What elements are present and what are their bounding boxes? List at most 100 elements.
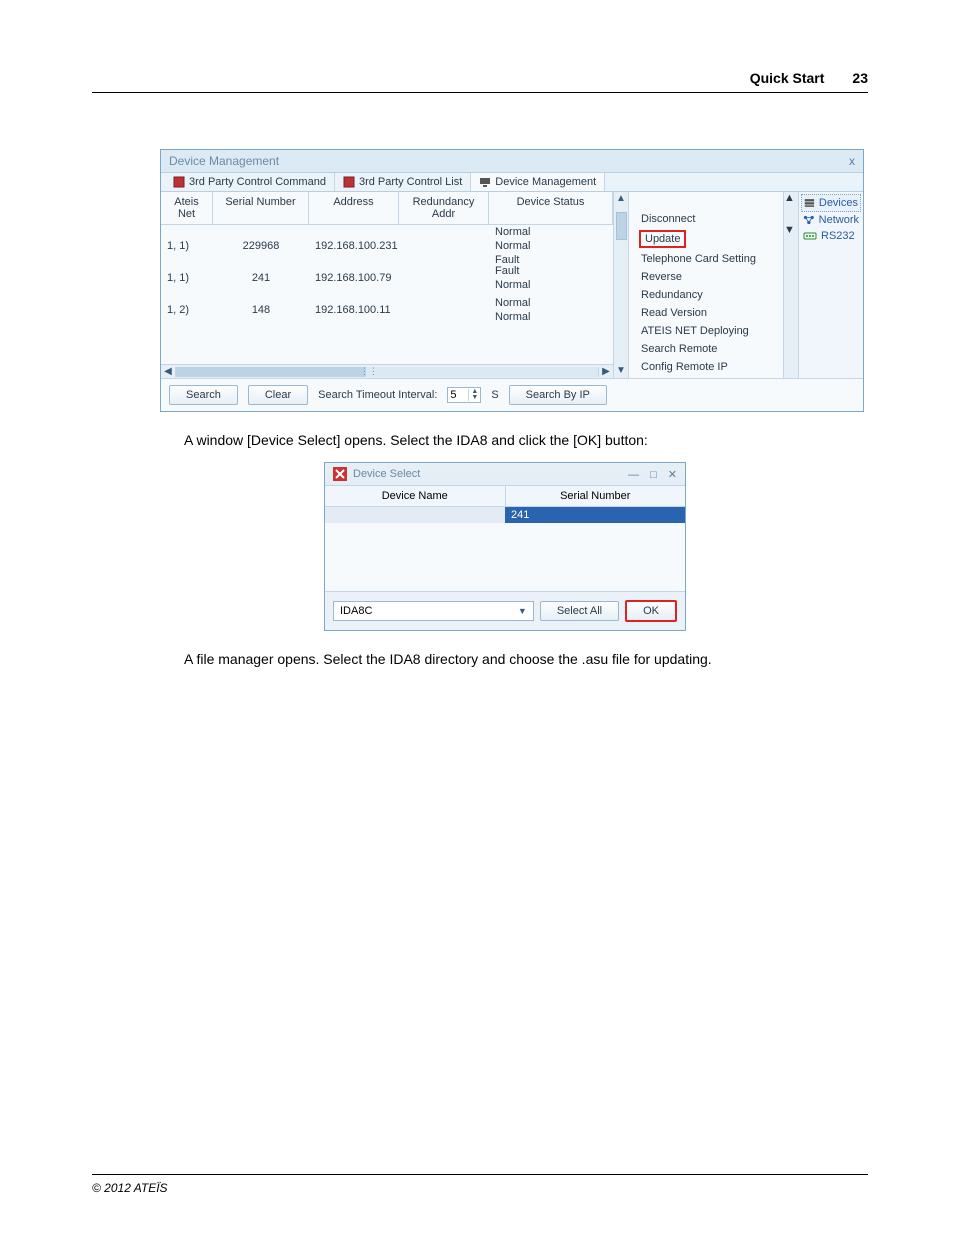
tab-bar: 3rd Party Control Command 3rd Party Cont…: [161, 172, 863, 192]
device-select-dialog: Device Select — □ ✕ Device Name Serial N…: [324, 462, 686, 631]
scroll-left-icon[interactable]: ◀: [161, 366, 175, 377]
cell-address: 192.168.100.231: [309, 238, 399, 254]
timeout-spinner[interactable]: ▲▼: [447, 387, 481, 403]
select-all-button[interactable]: Select All: [540, 601, 619, 621]
actions-vertical-scrollbar[interactable]: ▲ ▼: [783, 192, 798, 378]
col-device-name[interactable]: Device Name: [325, 486, 506, 506]
dialog-controls: — □ ✕: [620, 468, 677, 481]
scroll-down-icon[interactable]: ▼: [614, 364, 628, 378]
scroll-thumb[interactable]: [616, 212, 627, 240]
dialog-grid-header: Device Name Serial Number: [325, 485, 685, 507]
dialog-titlebar: Device Select — □ ✕: [325, 463, 685, 485]
dialog-row[interactable]: 241: [325, 507, 685, 523]
cell-net: 1, 1): [161, 270, 213, 286]
action-telephone-card[interactable]: Telephone Card Setting: [639, 252, 773, 266]
dialog-title: Device Select: [353, 468, 420, 480]
action-search-remote[interactable]: Search Remote: [639, 342, 773, 356]
device-type-combo[interactable]: IDA8C ▼: [333, 601, 534, 621]
table-row[interactable]: 1, 2) 148 192.168.100.11 Normal Normal: [161, 289, 613, 331]
status-text: Normal: [495, 278, 607, 292]
list-icon: [343, 176, 355, 188]
col-redundancy-addr[interactable]: Redundancy Addr: [399, 192, 489, 224]
right-palette: Devices Network RS232: [798, 192, 863, 378]
command-icon: [173, 176, 185, 188]
tab-label: Device Management: [495, 176, 596, 188]
table-row[interactable]: 1, 1) 241 192.168.100.79 Fault Normal: [161, 267, 613, 289]
network-icon: [803, 214, 815, 226]
action-read-version[interactable]: Read Version: [639, 306, 773, 320]
col-ateis-net[interactable]: Ateis Net: [161, 192, 213, 224]
scroll-right-icon[interactable]: ▶: [599, 366, 613, 377]
scroll-track[interactable]: [614, 206, 628, 364]
cell-redundancy: [399, 308, 489, 312]
device-icon: [479, 176, 491, 188]
palette-label: Devices: [819, 197, 858, 209]
timeout-label: Search Timeout Interval:: [318, 389, 437, 401]
rs232-icon: [803, 230, 817, 242]
spinner-arrows[interactable]: ▲▼: [468, 389, 480, 401]
grid-body: 1, 1) 229968 192.168.100.231 Normal Norm…: [161, 225, 613, 364]
scroll-down-icon[interactable]: ▼: [784, 224, 798, 236]
devices-icon: [804, 197, 815, 209]
cell-serial: 229968: [213, 238, 309, 254]
scroll-up-icon[interactable]: ▲: [614, 192, 628, 206]
tab-3rd-party-command[interactable]: 3rd Party Control Command: [165, 173, 335, 191]
action-update[interactable]: Update: [639, 230, 686, 248]
spinner-down-icon[interactable]: ▼: [471, 395, 478, 401]
clear-button[interactable]: Clear: [248, 385, 308, 405]
close-icon[interactable]: ✕: [668, 469, 677, 481]
cell-status: Fault Normal: [489, 262, 613, 294]
scroll-up-icon[interactable]: ▲: [784, 192, 798, 204]
horizontal-scrollbar[interactable]: ◀ ⋮⋮ ▶: [161, 364, 613, 378]
timeout-input[interactable]: [448, 388, 468, 402]
bottom-bar: Search Clear Search Timeout Interval: ▲▼…: [161, 378, 863, 411]
cell-net: 1, 1): [161, 238, 213, 254]
scroll-thumb[interactable]: [176, 367, 366, 377]
page-header: Quick Start 23: [92, 70, 868, 93]
action-config-remote-ip[interactable]: Config Remote IP: [639, 360, 773, 374]
status-text: Normal: [495, 239, 607, 253]
action-ateis-net-deploying[interactable]: ATEIS NET Deploying: [639, 324, 773, 338]
palette-label: Network: [819, 214, 859, 226]
dialog-bottom-bar: IDA8C ▼ Select All OK: [325, 591, 685, 630]
palette-label: RS232: [821, 230, 855, 242]
scroll-grip-icon: ⋮⋮: [366, 367, 372, 377]
palette-devices[interactable]: Devices: [801, 194, 861, 212]
status-text: Normal: [495, 296, 607, 310]
col-serial-number[interactable]: Serial Number: [213, 192, 309, 224]
page-title: Quick Start: [750, 70, 825, 86]
app-icon: [333, 467, 347, 481]
combo-value: IDA8C: [340, 605, 372, 617]
action-disconnect[interactable]: Disconnect: [639, 212, 773, 226]
scroll-track[interactable]: ⋮⋮: [175, 367, 599, 377]
page-footer: © 2012 ATEÏS: [92, 1174, 868, 1195]
scroll-track[interactable]: [784, 204, 798, 224]
palette-rs232[interactable]: RS232: [801, 228, 861, 244]
col-address[interactable]: Address: [309, 192, 399, 224]
table-row[interactable]: 1, 1) 229968 192.168.100.231 Normal Norm…: [161, 225, 613, 267]
grid-header: Ateis Net Serial Number Address Redundan…: [161, 192, 613, 225]
close-icon[interactable]: x: [849, 154, 855, 168]
col-device-status[interactable]: Device Status: [489, 192, 613, 224]
minimize-icon[interactable]: —: [628, 469, 639, 481]
cell-serial-number: 241: [505, 507, 685, 523]
caption-device-select: A window [Device Select] opens. Select t…: [184, 432, 868, 448]
search-by-ip-button[interactable]: Search By IP: [509, 385, 607, 405]
chevron-down-icon: ▼: [518, 606, 527, 616]
cell-device-name: [325, 507, 505, 523]
maximize-icon[interactable]: □: [650, 469, 657, 481]
scroll-thumb[interactable]: [784, 204, 798, 224]
device-grid-pane: Ateis Net Serial Number Address Redundan…: [161, 192, 613, 378]
action-reverse[interactable]: Reverse: [639, 270, 773, 284]
search-button[interactable]: Search: [169, 385, 238, 405]
tab-device-management[interactable]: Device Management: [471, 173, 605, 191]
action-redundancy[interactable]: Redundancy: [639, 288, 773, 302]
palette-network[interactable]: Network: [801, 212, 861, 228]
window-titlebar: Device Management x: [161, 150, 863, 172]
tab-label: 3rd Party Control Command: [189, 176, 326, 188]
ok-button[interactable]: OK: [625, 600, 677, 622]
tab-3rd-party-list[interactable]: 3rd Party Control List: [335, 173, 471, 191]
cell-serial: 148: [213, 302, 309, 318]
col-serial-number[interactable]: Serial Number: [506, 486, 686, 506]
grid-vertical-scrollbar[interactable]: ▲ ▼: [613, 192, 628, 378]
